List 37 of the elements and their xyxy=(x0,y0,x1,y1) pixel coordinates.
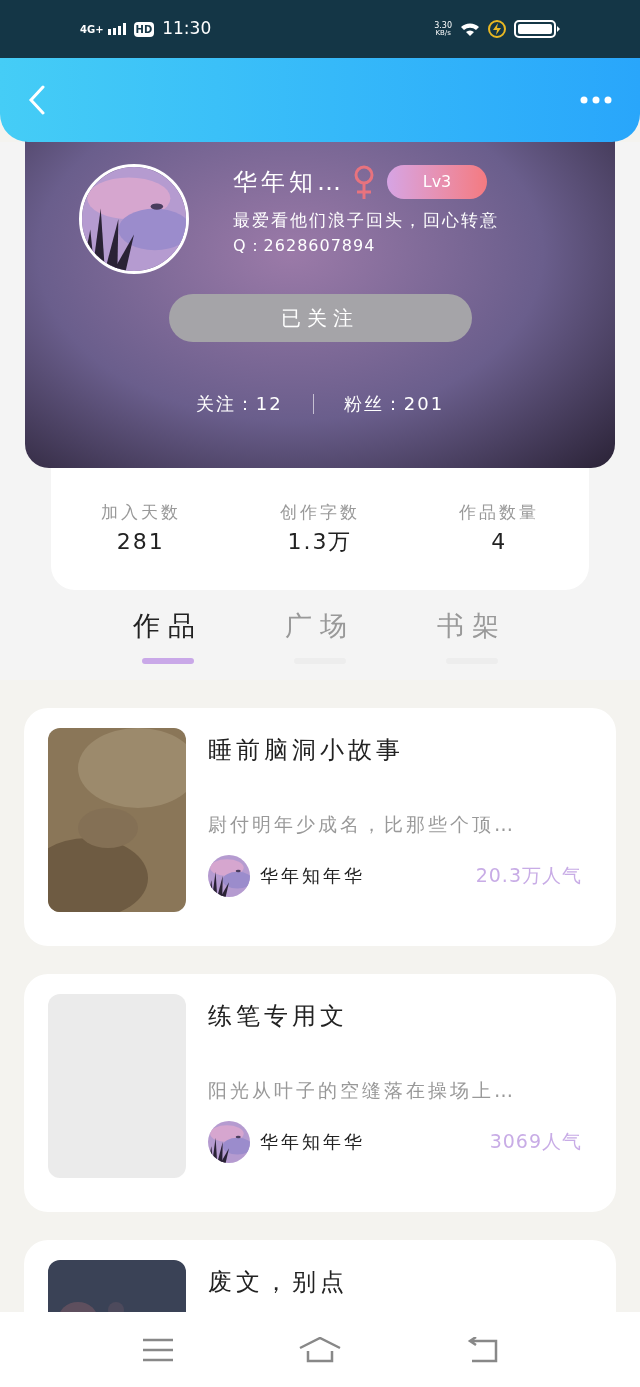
book-title: 睡前脑洞小故事 xyxy=(208,735,405,766)
user-name: 华年知… xyxy=(233,167,345,198)
book-title: 练笔专用文 xyxy=(208,1001,349,1032)
book-excerpt: 尉付明年少成名，比那些个顶… xyxy=(208,812,517,837)
qq-number: Q：2628607894 xyxy=(233,234,377,257)
clock: 11:30 xyxy=(162,17,212,41)
battery-icon xyxy=(514,20,560,38)
book-card[interactable]: 废文，别点 xyxy=(24,1240,616,1312)
popularity: 20.3万人气 xyxy=(475,863,582,889)
user-bio: 最爱看他们浪子回头，回心转意 xyxy=(233,209,499,232)
stat-value: 281 xyxy=(116,528,165,557)
female-icon xyxy=(353,164,375,200)
following-count: 关注：12 xyxy=(195,392,283,416)
stat-value: 1.3万 xyxy=(287,528,353,557)
stat-label: 作品数量 xyxy=(459,500,540,524)
signal-icon xyxy=(107,23,126,35)
menu-button[interactable] xyxy=(142,1337,175,1362)
author-name: 华年知年华 xyxy=(260,864,365,888)
back-nav-button[interactable] xyxy=(465,1336,498,1363)
network-speed: 3.30 xyxy=(434,21,452,30)
book-title: 废文，别点 xyxy=(208,1267,349,1298)
wifi-icon xyxy=(460,21,480,37)
tab[interactable]: 作品 xyxy=(133,605,203,665)
stat-value: 4 xyxy=(491,528,508,557)
stat-label: 创作字数 xyxy=(280,500,360,524)
popularity: 3069人气 xyxy=(489,1129,582,1155)
book-excerpt: 阳光从叶子的空缝落在操场上… xyxy=(208,1078,517,1103)
network-type: 4G+ xyxy=(80,22,104,37)
stat-label: 加入天数 xyxy=(100,500,181,524)
author-name: 华年知年华 xyxy=(260,1130,365,1154)
home-button[interactable] xyxy=(299,1336,341,1363)
hd-badge: HD xyxy=(133,21,155,37)
follower-count: 粉丝：201 xyxy=(343,392,445,416)
book-card[interactable]: 练笔专用文 阳光从叶子的空缝落在操场上… 华年知年华 3069人气 xyxy=(24,974,616,1212)
charging-icon xyxy=(488,20,506,38)
level-badge: Lv3 xyxy=(387,165,487,199)
book-card[interactable]: 睡前脑洞小故事 尉付明年少成名，比那些个顶… 华年知年华 20.3万人气 xyxy=(24,708,616,946)
